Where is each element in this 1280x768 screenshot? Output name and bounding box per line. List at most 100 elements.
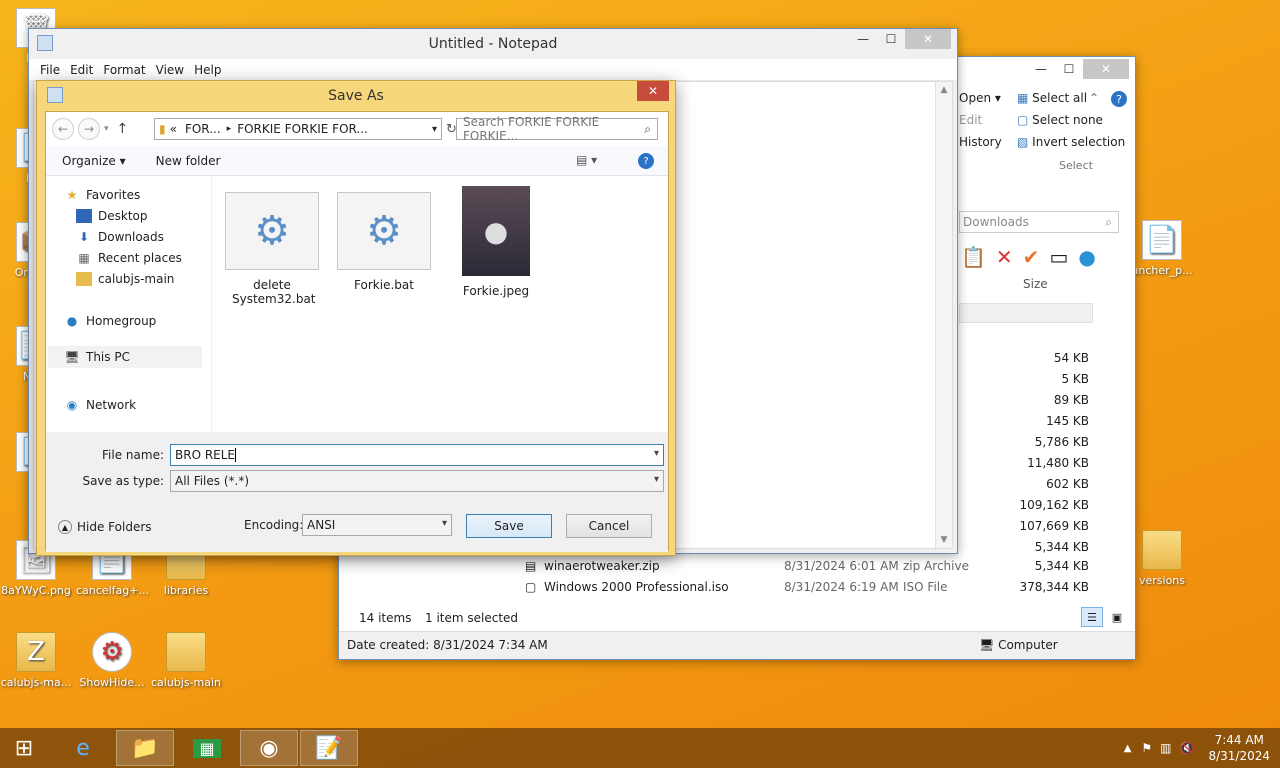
select-all-button[interactable]: ▦ Select all bbox=[1017, 91, 1087, 105]
file-item[interactable]: ● Forkie.jpeg bbox=[446, 186, 546, 298]
file-name-label: File name: bbox=[102, 448, 164, 462]
share-icon[interactable]: ● bbox=[1078, 245, 1095, 269]
nav-favorites[interactable]: ★ Favorites bbox=[64, 188, 141, 202]
zip-file-icon: ▤ bbox=[525, 559, 537, 573]
dialog-close-button[interactable]: ✕ bbox=[637, 81, 669, 101]
start-button[interactable]: ⊞ bbox=[0, 730, 48, 766]
text-caret bbox=[235, 448, 237, 462]
nav-calubjs-main[interactable]: calubjs-main bbox=[76, 272, 174, 286]
nav-recent-places[interactable]: ▦ Recent places bbox=[76, 251, 182, 265]
chevron-down-icon[interactable]: ▾ bbox=[654, 474, 659, 485]
history-button[interactable]: History bbox=[959, 135, 1002, 149]
chevron-down-icon[interactable]: ▾ bbox=[442, 518, 447, 529]
forward-button[interactable]: → bbox=[78, 118, 100, 140]
breadcrumb-segment[interactable]: FORKIE FORKIE FOR... bbox=[237, 122, 368, 136]
maximize-button[interactable]: ☐ bbox=[1055, 59, 1083, 79]
recent-locations-icon[interactable]: ▾ bbox=[104, 124, 109, 134]
scroll-up-icon[interactable]: ▲ bbox=[936, 85, 952, 95]
vertical-scrollbar[interactable]: ▲ ▼ bbox=[935, 82, 952, 548]
help-icon[interactable]: ? bbox=[1111, 91, 1127, 107]
minimize-button[interactable]: — bbox=[1027, 59, 1055, 79]
explorer-search-placeholder: Downloads bbox=[963, 215, 1029, 229]
cancel-button[interactable]: Cancel bbox=[566, 514, 652, 538]
breadcrumb-chevron-icon[interactable]: ▸ bbox=[227, 124, 232, 134]
file-name-input[interactable]: BRO RELE ▾ bbox=[170, 444, 664, 466]
network-icon[interactable]: ▥ bbox=[1160, 741, 1171, 755]
taskbar-internet-explorer[interactable]: e bbox=[54, 730, 112, 766]
invert-selection-icon: ▧ bbox=[1017, 135, 1029, 149]
explorer-search-box[interactable]: Downloads ⌕ bbox=[959, 211, 1119, 233]
save-as-type-select[interactable]: All Files (*.*) ▾ bbox=[170, 470, 664, 492]
homegroup-icon: ● bbox=[66, 314, 78, 328]
rename-icon[interactable]: ▭ bbox=[1049, 245, 1068, 269]
gear-icon: ⚙ bbox=[225, 192, 319, 270]
nav-downloads[interactable]: ⬇ Downloads bbox=[76, 230, 164, 244]
paste-icon[interactable]: 📋 bbox=[961, 245, 986, 269]
close-button[interactable]: ✕ bbox=[1083, 59, 1129, 79]
table-row[interactable]: ▤ winaerotweaker.zip 8/31/2024 6:01 AM z… bbox=[339, 557, 1137, 577]
help-icon[interactable]: ? bbox=[638, 153, 654, 169]
taskbar-file-explorer[interactable]: 📁 bbox=[116, 730, 174, 766]
encoding-select[interactable]: ANSI ▾ bbox=[302, 514, 452, 536]
file-item[interactable]: ⚙ Forkie.bat bbox=[334, 192, 434, 292]
new-folder-button[interactable]: New folder bbox=[156, 154, 221, 168]
taskbar-globe-app[interactable]: ◉ bbox=[240, 730, 298, 766]
clock[interactable]: 7:44 AM 8/31/2024 bbox=[1208, 732, 1270, 764]
organize-button[interactable]: Organize ▾ bbox=[62, 154, 126, 168]
taskbar-store[interactable]: ▦ bbox=[178, 730, 236, 766]
up-arrow-icon[interactable]: ↑ bbox=[117, 121, 129, 137]
desktop-icon-launcher[interactable]: 📄 uncher_p... bbox=[1126, 220, 1198, 277]
menu-view[interactable]: View bbox=[156, 63, 184, 77]
menu-file[interactable]: File bbox=[40, 63, 60, 77]
breadcrumb-overflow[interactable]: « bbox=[170, 122, 177, 136]
file-name: Windows 2000 Professional.iso bbox=[544, 580, 729, 594]
desktop-icon-label: calubjs-ma... bbox=[0, 676, 72, 689]
show-hidden-icons[interactable]: ▲ bbox=[1124, 743, 1132, 754]
nav-network[interactable]: ◉ Network bbox=[64, 398, 136, 412]
chevron-down-icon[interactable]: ▾ bbox=[654, 448, 659, 459]
select-all-icon: ▦ bbox=[1017, 91, 1029, 105]
minimize-button[interactable]: — bbox=[849, 29, 877, 49]
ribbon-collapse-icon[interactable]: ⌃ bbox=[1089, 91, 1099, 105]
check-icon[interactable]: ✔ bbox=[1023, 245, 1040, 269]
menu-format[interactable]: Format bbox=[103, 63, 145, 77]
file-size: 54 KB bbox=[1053, 351, 1089, 365]
file-size: 5,344 KB bbox=[1034, 559, 1089, 573]
hide-folders-button[interactable]: ▲ Hide Folders bbox=[58, 520, 152, 534]
search-placeholder: Search FORKIE FORKIE FORKIE... bbox=[463, 115, 600, 143]
desktop-icon-calubjs-zip[interactable]: Z calubjs-ma... bbox=[0, 632, 72, 689]
dialog-body: ← → ▾ ↑ ▮ « FOR... ▸ FORKIE FORKIE FOR..… bbox=[45, 111, 669, 552]
chevron-down-icon[interactable]: ▾ bbox=[432, 124, 437, 135]
edit-button[interactable]: Edit bbox=[959, 113, 982, 127]
desktop-icon-calubjs-main[interactable]: calubjs-main bbox=[150, 632, 222, 689]
address-bar[interactable]: ▮ « FOR... ▸ FORKIE FORKIE FOR... ▾ bbox=[154, 118, 442, 140]
search-input[interactable]: Search FORKIE FORKIE FORKIE... ⌕ bbox=[456, 115, 658, 143]
nav-desktop[interactable]: Desktop bbox=[76, 209, 148, 223]
table-row[interactable]: ▢ Windows 2000 Professional.iso 8/31/202… bbox=[339, 578, 1137, 598]
change-view-icon[interactable]: ▤ ▾ bbox=[576, 153, 597, 167]
details-view-icon[interactable]: ☰ bbox=[1081, 607, 1103, 627]
save-button[interactable]: Save bbox=[466, 514, 552, 538]
menu-help[interactable]: Help bbox=[194, 63, 221, 77]
column-header-size[interactable]: Size bbox=[1023, 277, 1048, 291]
volume-muted-icon[interactable]: 🔇 bbox=[1180, 741, 1195, 755]
desktop-icon-showhide[interactable]: ⚙ ShowHide... bbox=[76, 632, 148, 689]
action-center-icon[interactable]: ⚑ bbox=[1141, 741, 1152, 755]
scroll-down-icon[interactable]: ▼ bbox=[936, 535, 952, 545]
taskbar-notepad[interactable]: 📝 bbox=[300, 730, 358, 766]
close-button[interactable]: ✕ bbox=[905, 29, 951, 49]
nav-homegroup[interactable]: ● Homegroup bbox=[64, 314, 157, 328]
menu-edit[interactable]: Edit bbox=[70, 63, 93, 77]
invert-selection-button[interactable]: ▧ Invert selection bbox=[1017, 135, 1125, 149]
file-item[interactable]: ⚙ delete System32.bat bbox=[222, 192, 322, 306]
nav-this-pc[interactable]: 🖥 This PC bbox=[48, 346, 202, 368]
tiles-view-icon[interactable]: ▣ bbox=[1107, 607, 1127, 627]
breadcrumb-segment[interactable]: FOR... bbox=[185, 122, 221, 136]
delete-icon[interactable]: ✕ bbox=[996, 245, 1013, 269]
select-none-button[interactable]: ▢ Select none bbox=[1017, 113, 1103, 127]
open-button[interactable]: Open ▾ bbox=[959, 91, 1001, 105]
file-size: 5 KB bbox=[1061, 372, 1089, 386]
network-icon: ◉ bbox=[66, 398, 78, 412]
back-button[interactable]: ← bbox=[52, 118, 74, 140]
maximize-button[interactable]: ☐ bbox=[877, 29, 905, 49]
